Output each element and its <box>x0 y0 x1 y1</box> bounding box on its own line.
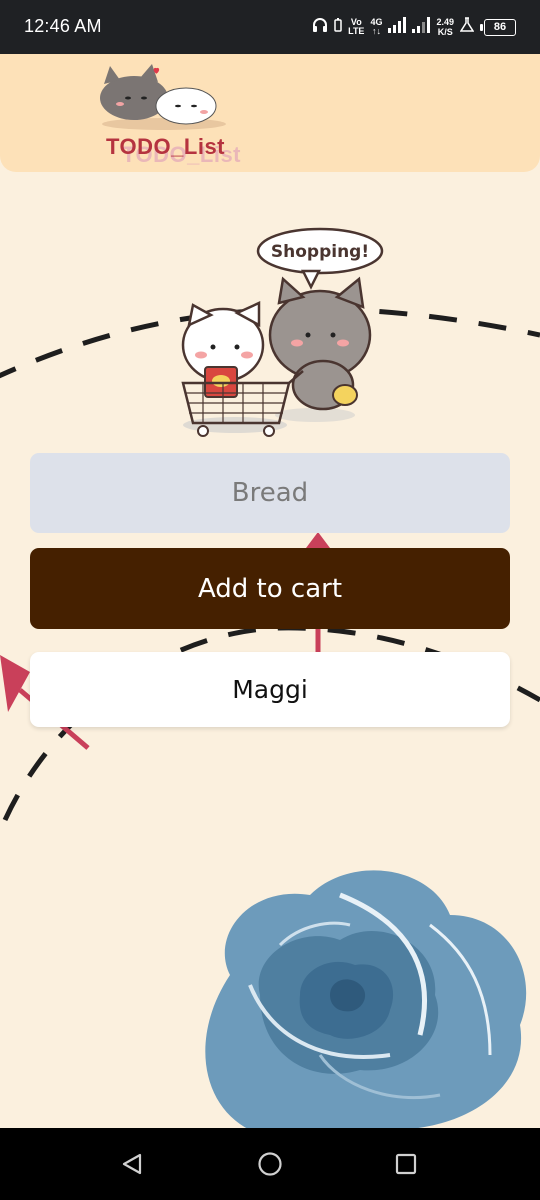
rose-decoration-icon <box>205 870 527 1130</box>
battery-icon: 86 <box>480 18 516 36</box>
shopping-cats-illustration: Shopping! <box>181 227 384 437</box>
battery-saver-icon <box>334 17 342 37</box>
status-icons: Vo LTE 4G ↑↓ 2.49 K/S 86 <box>312 14 516 40</box>
app-header: TODO_List TODO_List <box>0 54 540 172</box>
network-type-indicator: 4G ↑↓ <box>370 17 383 36</box>
headphones-icon <box>312 17 328 38</box>
signal-icon <box>412 16 431 38</box>
network-speed: 2.49 K/S <box>436 17 454 37</box>
speech-bubble-text: Shopping! <box>271 242 369 262</box>
volte-indicator: Vo LTE <box>348 17 365 36</box>
todo-list-item[interactable]: Maggi <box>30 652 510 727</box>
page-title: TODO_List <box>106 134 226 159</box>
signal-icon <box>388 16 407 38</box>
status-time: 12:46 AM <box>24 16 102 36</box>
back-icon[interactable] <box>118 1150 146 1178</box>
cats-logo-icon <box>100 64 226 130</box>
add-to-cart-button[interactable]: Add to cart <box>30 548 510 629</box>
todo-list: Maggi <box>30 652 510 739</box>
status-bar: 12:46 AM Vo LTE 4G ↑↓ 2.49 K/S 86 <box>0 0 540 54</box>
header-title-wrap: TODO_List TODO_List <box>106 134 266 168</box>
recents-icon[interactable] <box>392 1150 420 1178</box>
home-icon[interactable] <box>256 1150 284 1178</box>
navigation-bar <box>0 1128 540 1200</box>
item-input[interactable] <box>30 453 510 533</box>
flask-icon <box>459 16 475 38</box>
